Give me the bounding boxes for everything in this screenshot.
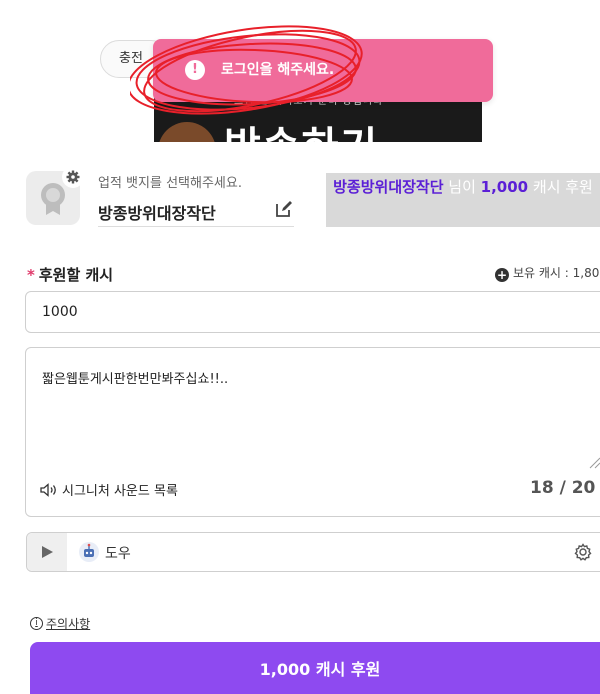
warning-icon: ! [185,60,205,80]
nickname-underline [98,226,294,227]
message-box[interactable]: 짧은웹툰게시판한번만봐주십쇼!!.. 시그니처 사운드 목록 18 / 20 [25,347,600,517]
plus-icon: + [495,268,509,282]
speaker-icon [40,482,56,497]
gear-icon [574,543,592,561]
badge-settings-button[interactable] [62,166,84,188]
sound-list-label: 시그니처 사운드 목록 [62,484,178,499]
voice-settings-button[interactable] [574,543,592,565]
owned-cash[interactable]: + 보유 캐시 : 1,800 [495,264,600,282]
preview-title: 방송하기 [224,114,379,142]
charge-chip-label: 충전 [119,51,143,66]
amount-input[interactable] [25,291,600,333]
nickname: 방종방위대장작단 [98,204,216,223]
robot-icon [79,542,99,562]
required-mark: * [27,266,35,284]
voice-name: 도우 [105,546,131,562]
notice-label: 주의사항 [46,617,91,631]
pencil-icon [276,201,292,217]
donation-amount: 1,000 [480,178,529,196]
donation-tail: 캐시 후원 [528,178,593,196]
info-icon: i [30,617,43,630]
amount-label-text: 후원할 캐시 [38,266,114,284]
donor-name: 방종방위대장작단 [333,178,444,196]
login-toast: ! 로그인을 해주세요. [153,39,493,102]
donate-submit-button[interactable]: 1,000 캐시 후원 [30,642,600,694]
gear-icon [66,170,80,184]
char-count: 18 / 20 [530,478,596,498]
notice-link[interactable]: i 주의사항 [30,615,90,632]
badge-hint: 업적 뱃지를 선택해주세요. [98,176,242,191]
donation-preview: 방종방위대장작단 님이 1,000 캐시 후원 [326,173,600,227]
edit-nickname-button[interactable] [274,199,294,223]
owned-cash-text: 보유 캐시 : 1,800 [513,266,600,280]
preview-avatar [158,122,216,142]
resize-handle-icon[interactable] [588,430,600,470]
amount-label: * 후원할 캐시 [27,264,113,285]
sound-list-button[interactable]: 시그니처 사운드 목록 [40,480,178,499]
donation-suffix: 님이 [443,178,481,196]
toast-message: 로그인을 해주세요. [221,62,335,78]
tts-voice-row[interactable]: 도우 [26,532,600,572]
message-text: 짧은웹툰게시판한번만봐주십쇼!!.. [42,372,229,387]
play-icon[interactable] [27,533,67,571]
